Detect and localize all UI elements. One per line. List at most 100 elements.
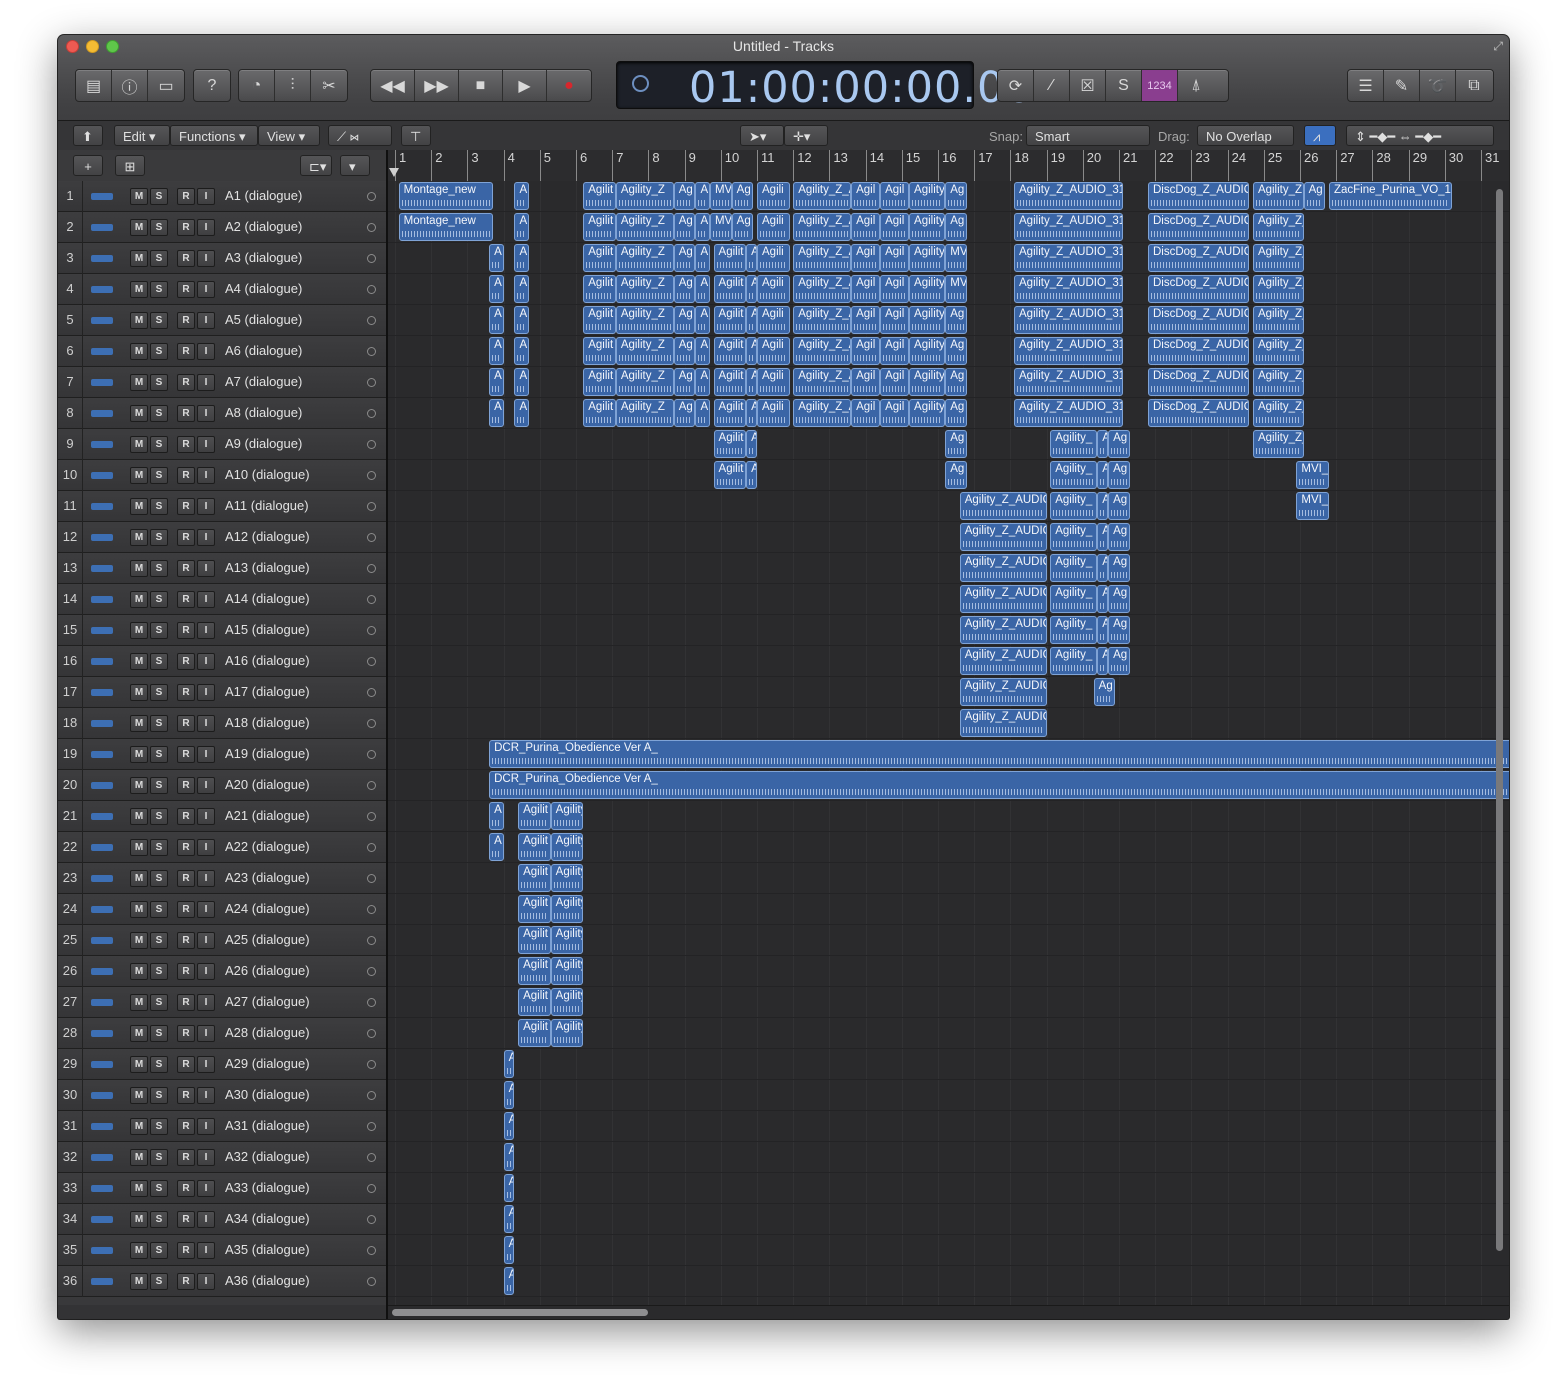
track-name[interactable]: A3 (dialogue) — [225, 250, 302, 265]
audio-region[interactable]: Agilit — [518, 926, 551, 954]
library-icon[interactable]: ▤ — [76, 70, 112, 101]
record-enable-button[interactable]: R — [177, 436, 195, 453]
track-name[interactable]: A29 (dialogue) — [225, 1056, 310, 1071]
input-monitor-button[interactable]: I — [197, 653, 215, 670]
audio-region[interactable]: Agil — [851, 337, 881, 365]
track-header[interactable]: 31 M S R I A31 (dialogue) — [58, 1111, 386, 1142]
track-header[interactable]: 11 M S R I A11 (dialogue) — [58, 491, 386, 522]
record-enable-button[interactable]: R — [177, 188, 195, 205]
track-name[interactable]: A8 (dialogue) — [225, 405, 302, 420]
track-pan-knob[interactable] — [367, 1184, 376, 1193]
input-monitor-button[interactable]: I — [197, 405, 215, 422]
track-pan-knob[interactable] — [367, 471, 376, 480]
track-pan-knob[interactable] — [367, 967, 376, 976]
audio-region[interactable]: Agility_Z_A — [793, 306, 852, 334]
track-name[interactable]: A17 (dialogue) — [225, 684, 310, 699]
audio-region[interactable]: Agilit — [713, 368, 747, 396]
audio-region[interactable]: A — [746, 244, 757, 272]
audio-region[interactable]: Agili — [757, 337, 790, 365]
audio-region[interactable]: DiscDog_Z_AUDIO — [1147, 182, 1250, 210]
audio-region[interactable]: MV — [709, 213, 732, 241]
audio-region[interactable]: A — [746, 368, 757, 396]
audio-region[interactable]: Agility_Z — [615, 399, 674, 427]
track-name[interactable]: A16 (dialogue) — [225, 653, 310, 668]
track-name[interactable]: A9 (dialogue) — [225, 436, 302, 451]
track-name[interactable]: A25 (dialogue) — [225, 932, 310, 947]
track-pan-knob[interactable] — [367, 657, 376, 666]
solo-button[interactable]: S — [150, 1087, 168, 1104]
audio-region[interactable]: Agilit — [713, 399, 747, 427]
audio-region[interactable]: A — [503, 1143, 515, 1171]
track-pan-knob[interactable] — [367, 1091, 376, 1100]
audio-region[interactable]: A — [746, 337, 757, 365]
solo-button[interactable]: S — [150, 622, 168, 639]
solo-button[interactable]: S — [150, 994, 168, 1011]
track-name[interactable]: A36 (dialogue) — [225, 1273, 310, 1288]
track-header[interactable]: 8 M S R I A8 (dialogue) — [58, 398, 386, 429]
solo-button[interactable]: S — [150, 901, 168, 918]
audio-region[interactable]: A — [1097, 585, 1109, 613]
audio-region[interactable]: Ag — [731, 213, 754, 241]
audio-region[interactable]: MV — [709, 182, 732, 210]
audio-region[interactable]: Agility_Z_AUDIO_31 — [1014, 399, 1123, 427]
track-pan-knob[interactable] — [367, 998, 376, 1007]
mute-button[interactable]: M — [130, 932, 148, 949]
audio-region[interactable]: Agility_Z_AUDIO — [959, 554, 1047, 582]
solo-button[interactable]: S — [150, 436, 168, 453]
track-name[interactable]: A11 (dialogue) — [225, 498, 309, 513]
audio-region[interactable]: A — [514, 337, 529, 365]
audio-region[interactable]: Ag — [1108, 492, 1130, 520]
track-pan-knob[interactable] — [367, 719, 376, 728]
audio-region[interactable]: Agility — [909, 213, 946, 241]
audio-region[interactable]: A — [503, 1081, 515, 1109]
record-enable-button[interactable]: R — [177, 870, 195, 887]
audio-region[interactable]: A — [489, 337, 504, 365]
audio-region[interactable]: Ag — [1303, 182, 1326, 210]
audio-region[interactable]: Agility_Z_AUDIO — [959, 678, 1047, 706]
mute-button[interactable]: M — [130, 653, 148, 670]
audio-region[interactable]: Agilit — [713, 275, 747, 303]
track-pan-knob[interactable] — [367, 1122, 376, 1131]
input-monitor-button[interactable]: I — [197, 529, 215, 546]
track-pan-knob[interactable] — [367, 223, 376, 232]
input-monitor-button[interactable]: I — [197, 1025, 215, 1042]
audio-region[interactable]: Ag — [673, 399, 696, 427]
mute-button[interactable]: M — [130, 467, 148, 484]
apple-loops-icon[interactable]: ➰ — [1420, 70, 1456, 101]
record-enable-button[interactable]: R — [177, 684, 195, 701]
audio-region[interactable]: A — [1097, 430, 1109, 458]
mute-button[interactable]: M — [130, 715, 148, 732]
audio-region[interactable]: A — [1097, 492, 1109, 520]
record-enable-button[interactable]: R — [177, 994, 195, 1011]
audio-region[interactable]: Agility_Z_AUDIO_31 — [1014, 213, 1123, 241]
record-icon[interactable]: ● — [547, 70, 591, 101]
drag-select[interactable]: No Overlap — [1197, 125, 1294, 146]
audio-region[interactable]: Agilit — [583, 399, 616, 427]
audio-region[interactable]: Agilit — [518, 1019, 551, 1047]
audio-region[interactable]: MVI_ — [1296, 492, 1329, 520]
audio-region[interactable]: Montage_new — [398, 213, 493, 241]
input-monitor-button[interactable]: I — [197, 1149, 215, 1166]
solo-button[interactable]: S — [150, 1118, 168, 1135]
audio-region[interactable]: Agility_Z_A — [793, 368, 852, 396]
audio-region[interactable]: Agilit — [583, 182, 616, 210]
automation-buttons[interactable]: ⟋ ⋈ — [328, 125, 392, 146]
solo-button[interactable]: S — [150, 498, 168, 515]
input-monitor-button[interactable]: I — [197, 1056, 215, 1073]
track-name[interactable]: A20 (dialogue) — [225, 777, 310, 792]
input-monitor-button[interactable]: I — [197, 839, 215, 856]
audio-region[interactable]: Agil — [880, 306, 910, 334]
mixer-icon[interactable]: ⫶ — [275, 70, 311, 101]
track-header[interactable]: 15 M S R I A15 (dialogue) — [58, 615, 386, 646]
track-header[interactable]: 18 M S R I A18 (dialogue) — [58, 708, 386, 739]
solo-button[interactable]: S — [150, 684, 168, 701]
audio-region[interactable]: Agility — [909, 306, 946, 334]
track-name[interactable]: A34 (dialogue) — [225, 1211, 310, 1226]
audio-region[interactable]: Agil — [880, 182, 910, 210]
flex-button[interactable]: ⊤ — [401, 125, 431, 146]
record-enable-button[interactable]: R — [177, 591, 195, 608]
record-enable-button[interactable]: R — [177, 1149, 195, 1166]
input-monitor-button[interactable]: I — [197, 994, 215, 1011]
audio-region[interactable]: Agility — [550, 988, 584, 1016]
track-header[interactable]: 4 M S R I A4 (dialogue) — [58, 274, 386, 305]
